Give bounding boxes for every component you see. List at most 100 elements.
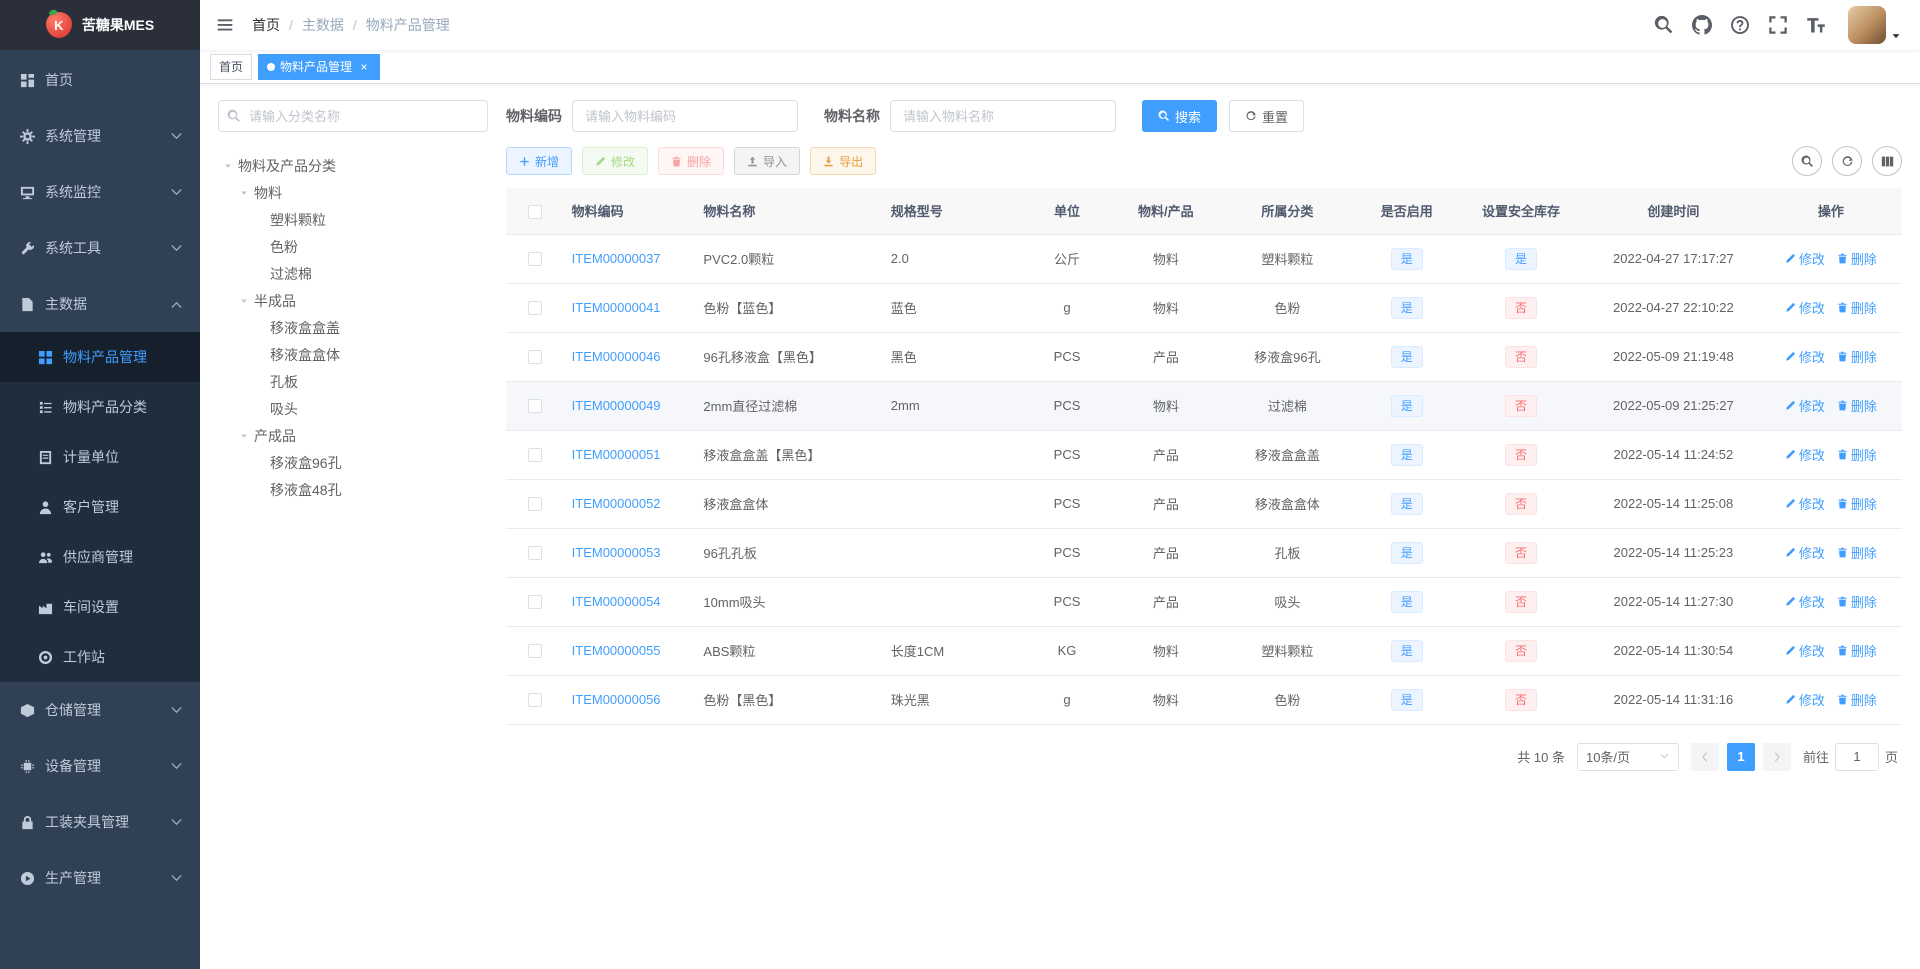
app-logo[interactable]: K 苦糖果MES: [0, 0, 200, 50]
row-delete-button[interactable]: 删除: [1837, 641, 1877, 660]
tree-node[interactable]: 移液盒96孔: [218, 449, 488, 476]
row-edit-button[interactable]: 修改: [1785, 298, 1825, 317]
tree-node[interactable]: 半成品: [218, 287, 488, 314]
select-all-checkbox[interactable]: [527, 204, 542, 219]
row-checkbox[interactable]: [527, 399, 542, 414]
row-edit-button[interactable]: 修改: [1785, 641, 1825, 660]
table-row[interactable]: ITEM00000049 2mm直径过滤棉 2mm PCS 物料 过滤棉 是 否 2022-05…: [506, 381, 1902, 431]
page-1-button[interactable]: 1: [1726, 742, 1755, 771]
item-code-link[interactable]: ITEM00000056: [572, 692, 661, 707]
item-code-link[interactable]: ITEM00000055: [572, 643, 661, 658]
item-code-link[interactable]: ITEM00000054: [572, 594, 661, 609]
row-checkbox[interactable]: [527, 448, 542, 463]
fullscreen-icon[interactable]: [1768, 15, 1788, 35]
tree-node[interactable]: 物料: [218, 179, 488, 206]
row-edit-button[interactable]: 修改: [1785, 494, 1825, 513]
row-checkbox[interactable]: [527, 301, 542, 316]
import-button[interactable]: 导入: [734, 147, 801, 175]
search-button[interactable]: 搜索: [1142, 100, 1218, 132]
sidebar-item[interactable]: 主数据: [0, 276, 200, 332]
table-row[interactable]: ITEM00000056 色粉【黑色】 珠光黑 g 物料 色粉 是 否 2022-05-14 1…: [506, 675, 1902, 725]
row-checkbox[interactable]: [527, 350, 542, 365]
row-checkbox[interactable]: [527, 546, 542, 561]
item-code-link[interactable]: ITEM00000049: [572, 398, 661, 413]
row-delete-button[interactable]: 删除: [1837, 690, 1877, 709]
row-delete-button[interactable]: 删除: [1837, 396, 1877, 415]
sidebar-subitem[interactable]: 物料产品管理: [0, 332, 200, 382]
row-checkbox[interactable]: [527, 644, 542, 659]
caret-down-icon[interactable]: [234, 430, 254, 442]
item-code-link[interactable]: ITEM00000053: [572, 545, 661, 560]
edit-button[interactable]: 修改: [582, 147, 649, 175]
row-edit-button[interactable]: 修改: [1785, 396, 1825, 415]
breadcrumb-item[interactable]: 首页: [252, 15, 280, 35]
avatar[interactable]: [1848, 6, 1886, 44]
tree-node[interactable]: 移液盒盒盖: [218, 314, 488, 341]
row-delete-button[interactable]: 删除: [1837, 543, 1877, 562]
sidebar-subitem[interactable]: 供应商管理: [0, 532, 200, 582]
user-menu[interactable]: [1848, 6, 1902, 44]
sidebar-subitem[interactable]: 车间设置: [0, 582, 200, 632]
category-search-input[interactable]: [218, 100, 488, 132]
question-icon[interactable]: [1730, 15, 1750, 35]
export-button[interactable]: 导出: [810, 147, 877, 175]
row-delete-button[interactable]: 删除: [1837, 249, 1877, 268]
tree-node[interactable]: 产成品: [218, 422, 488, 449]
tab-物料产品管理[interactable]: 物料产品管理 ×: [258, 53, 381, 80]
grid-icon[interactable]: [1872, 146, 1902, 176]
row-delete-button[interactable]: 删除: [1837, 445, 1877, 464]
sidebar-item[interactable]: 仓储管理: [0, 682, 200, 738]
row-edit-button[interactable]: 修改: [1785, 249, 1825, 268]
sidebar-item[interactable]: 生产管理: [0, 850, 200, 906]
table-row[interactable]: ITEM00000053 96孔孔板 PCS 产品 孔板 是 否 2022-05-14 11:…: [506, 528, 1902, 578]
tree-node[interactable]: 过滤棉: [218, 260, 488, 287]
sidebar-item[interactable]: 工装夹具管理: [0, 794, 200, 850]
tab-首页[interactable]: 首页: [210, 53, 253, 80]
table-row[interactable]: ITEM00000051 移液盒盒盖【黑色】 PCS 产品 移液盒盒盖 是 否 2022-05…: [506, 430, 1902, 480]
item-code-link[interactable]: ITEM00000037: [572, 251, 661, 266]
caret-down-icon[interactable]: [218, 160, 238, 172]
sidebar-subitem[interactable]: 物料产品分类: [0, 382, 200, 432]
row-edit-button[interactable]: 修改: [1785, 445, 1825, 464]
caret-down-icon[interactable]: [234, 295, 254, 307]
row-checkbox[interactable]: [527, 252, 542, 267]
next-page-button[interactable]: [1762, 742, 1791, 771]
tree-node[interactable]: 物料及产品分类: [218, 152, 488, 179]
item-code-link[interactable]: ITEM00000041: [572, 300, 661, 315]
github-icon[interactable]: [1692, 15, 1712, 35]
sidebar-item[interactable]: 系统监控: [0, 164, 200, 220]
row-delete-button[interactable]: 删除: [1837, 298, 1877, 317]
hamburger-icon[interactable]: [200, 0, 250, 50]
sidebar-item[interactable]: 系统管理: [0, 108, 200, 164]
sidebar-item[interactable]: 系统工具: [0, 220, 200, 276]
caret-down-icon[interactable]: [234, 187, 254, 199]
row-checkbox[interactable]: [527, 497, 542, 512]
row-edit-button[interactable]: 修改: [1785, 690, 1825, 709]
item-code-link[interactable]: ITEM00000051: [572, 447, 661, 462]
table-row[interactable]: ITEM00000054 10mm吸头 PCS 产品 吸头 是 否 2022-05-14 11…: [506, 577, 1902, 627]
page-size-select[interactable]: 10条/页: [1576, 742, 1679, 771]
row-edit-button[interactable]: 修改: [1785, 347, 1825, 366]
tree-node[interactable]: 塑料颗粒: [218, 206, 488, 233]
material-name-input[interactable]: [890, 100, 1116, 132]
reset-button[interactable]: 重置: [1229, 100, 1305, 132]
row-delete-button[interactable]: 删除: [1837, 347, 1877, 366]
search-icon[interactable]: [1792, 146, 1822, 176]
tree-node[interactable]: 色粉: [218, 233, 488, 260]
item-code-link[interactable]: ITEM00000046: [572, 349, 661, 364]
table-row[interactable]: ITEM00000041 色粉【蓝色】 蓝色 g 物料 色粉 是 否 2022-04-27 22…: [506, 283, 1902, 333]
tree-node[interactable]: 移液盒48孔: [218, 476, 488, 503]
font-size-icon[interactable]: [1806, 15, 1826, 35]
add-button[interactable]: 新增: [506, 147, 573, 175]
sidebar-subitem[interactable]: 计量单位: [0, 432, 200, 482]
tree-node[interactable]: 移液盒盒体: [218, 341, 488, 368]
prev-page-button[interactable]: [1690, 742, 1719, 771]
delete-button[interactable]: 删除: [658, 147, 725, 175]
table-row[interactable]: ITEM00000046 96孔移液盒【黑色】 黑色 PCS 产品 移液盒96孔 是 否 202…: [506, 332, 1902, 382]
row-delete-button[interactable]: 删除: [1837, 494, 1877, 513]
close-icon[interactable]: ×: [357, 60, 371, 74]
table-row[interactable]: ITEM00000052 移液盒盒体 PCS 产品 移液盒盒体是否 2022-05-14 …: [506, 479, 1902, 529]
tree-node[interactable]: 孔板: [218, 368, 488, 395]
goto-page-input[interactable]: [1834, 742, 1879, 771]
item-code-link[interactable]: ITEM00000052: [572, 496, 661, 511]
